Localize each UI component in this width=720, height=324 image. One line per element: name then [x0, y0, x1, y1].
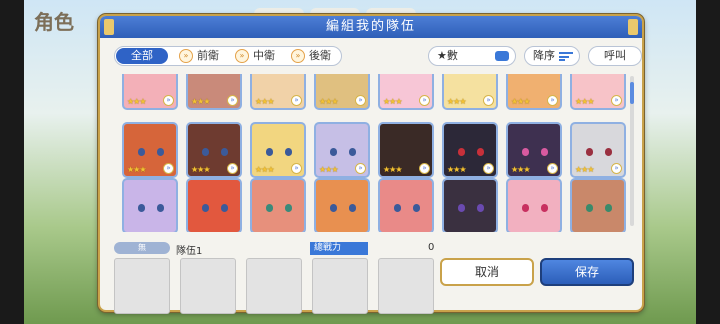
character-card[interactable]: ★★★» [442, 122, 498, 178]
character-card[interactable] [186, 178, 242, 232]
character-card[interactable] [570, 178, 626, 232]
character-card[interactable]: ★★★» [314, 74, 370, 110]
header-ornament [628, 19, 638, 35]
tab-midguard[interactable]: » 中衛 [229, 48, 285, 64]
chevron-right-icon: » [483, 95, 494, 106]
cancel-button[interactable]: 取消 [440, 258, 534, 286]
screen-title: 角色 [34, 10, 74, 34]
character-card[interactable] [122, 178, 178, 232]
character-card[interactable]: ★★★» [314, 122, 370, 178]
party-slot[interactable] [378, 258, 434, 314]
chevron-right-icon: » [419, 163, 430, 174]
party-slot[interactable] [246, 258, 302, 314]
character-card[interactable] [378, 178, 434, 232]
tab-vanguard[interactable]: » 前衛 [173, 48, 229, 64]
header-ornament [104, 19, 114, 35]
party-edit-dialog: 編組我的隊伍 全部 » 前衛 » 中衛 » 後衛 ★數 降序 呼叫 ★★★ » … [98, 14, 644, 314]
party-name: 隊伍1 [176, 246, 203, 257]
chevron-right-icon: » [291, 163, 302, 174]
save-button[interactable]: 保存 [540, 258, 634, 286]
chevron-right-icon: » [611, 95, 622, 106]
party-badge: 無 [114, 242, 170, 254]
dialog-title: 編組我的隊伍 [325, 19, 416, 34]
tab-rearguard[interactable]: » 後衛 [285, 48, 341, 64]
chevron-right-icon: » [547, 95, 558, 106]
character-card[interactable] [506, 178, 562, 232]
chevron-right-icon: » [235, 49, 249, 63]
character-card[interactable]: ★★★» [122, 74, 178, 110]
character-card[interactable]: ★★★» [570, 122, 626, 178]
role-filter-group: 全部 » 前衛 » 中衛 » 後衛 [114, 46, 342, 66]
toggle-icon [495, 51, 509, 61]
sort-order-button[interactable]: 降序 [524, 46, 580, 66]
chevron-right-icon: » [547, 163, 558, 174]
chevron-right-icon: » [291, 95, 302, 106]
character-card[interactable]: ★★★» [250, 122, 306, 178]
character-card[interactable]: ★★★» [442, 74, 498, 110]
sort-icon [559, 52, 573, 61]
total-power-label: 總戰力 [310, 242, 368, 255]
character-card[interactable]: ★★★» [250, 74, 306, 110]
chevron-right-icon: » [355, 163, 366, 174]
chevron-right-icon: » [419, 95, 430, 106]
call-button[interactable]: 呼叫 [588, 46, 642, 66]
character-card[interactable]: ★★★» [186, 122, 242, 178]
character-card[interactable]: ★★★» [506, 122, 562, 178]
character-card[interactable] [314, 178, 370, 232]
character-card[interactable] [250, 178, 306, 232]
tab-all[interactable]: 全部 [116, 48, 168, 64]
character-card[interactable]: ★★★» [506, 74, 562, 110]
character-card[interactable]: ★★★» [378, 122, 434, 178]
character-card[interactable]: ★★★» [570, 74, 626, 110]
filter-toolbar: 全部 » 前衛 » 中衛 » 後衛 ★數 降序 呼叫 [114, 46, 642, 66]
character-card[interactable]: ★★★» [186, 74, 242, 110]
chevron-right-icon: » [483, 163, 494, 174]
character-roster: ★★★» ★★★» ★★★» ★★★» ★★★» ★★★» ★★★» ★★★» … [114, 74, 626, 232]
roster-scrollbar[interactable] [630, 76, 634, 226]
chevron-right-icon: » [179, 49, 193, 63]
party-slot[interactable] [180, 258, 236, 314]
sort-field-button[interactable]: ★數 [428, 46, 516, 66]
chevron-right-icon: » [163, 163, 174, 174]
chevron-right-icon: » [227, 95, 238, 106]
chevron-right-icon: » [611, 163, 622, 174]
scroll-thumb[interactable] [630, 82, 634, 104]
character-card[interactable]: ★★★» [378, 74, 434, 110]
party-slot[interactable] [312, 258, 368, 314]
chevron-right-icon: » [355, 95, 366, 106]
chevron-right-icon: » [227, 163, 238, 174]
chevron-right-icon: » [291, 49, 305, 63]
character-card[interactable]: ★★★» [122, 122, 178, 178]
dialog-header: 編組我的隊伍 [100, 16, 642, 38]
character-card[interactable] [442, 178, 498, 232]
total-power-value: 0 [428, 242, 435, 253]
party-info-row: 無 隊伍1 總戰力 0 [114, 242, 634, 257]
party-slot[interactable] [114, 258, 170, 314]
chevron-right-icon: » [163, 95, 174, 106]
